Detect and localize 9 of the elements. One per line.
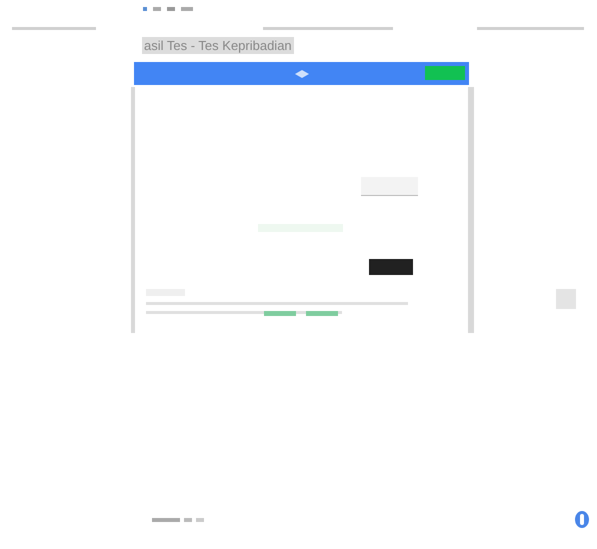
- page-title: asil Tes - Tes Kepribadian: [142, 37, 294, 54]
- diamond-icon: [294, 70, 308, 78]
- header-button[interactable]: [425, 66, 465, 80]
- dark-button[interactable]: [369, 259, 413, 275]
- highlight-mark: [264, 311, 296, 316]
- side-tile: [556, 289, 576, 309]
- highlight-mark: [306, 311, 338, 316]
- input-field[interactable]: [361, 177, 418, 196]
- info-icon[interactable]: [575, 511, 589, 528]
